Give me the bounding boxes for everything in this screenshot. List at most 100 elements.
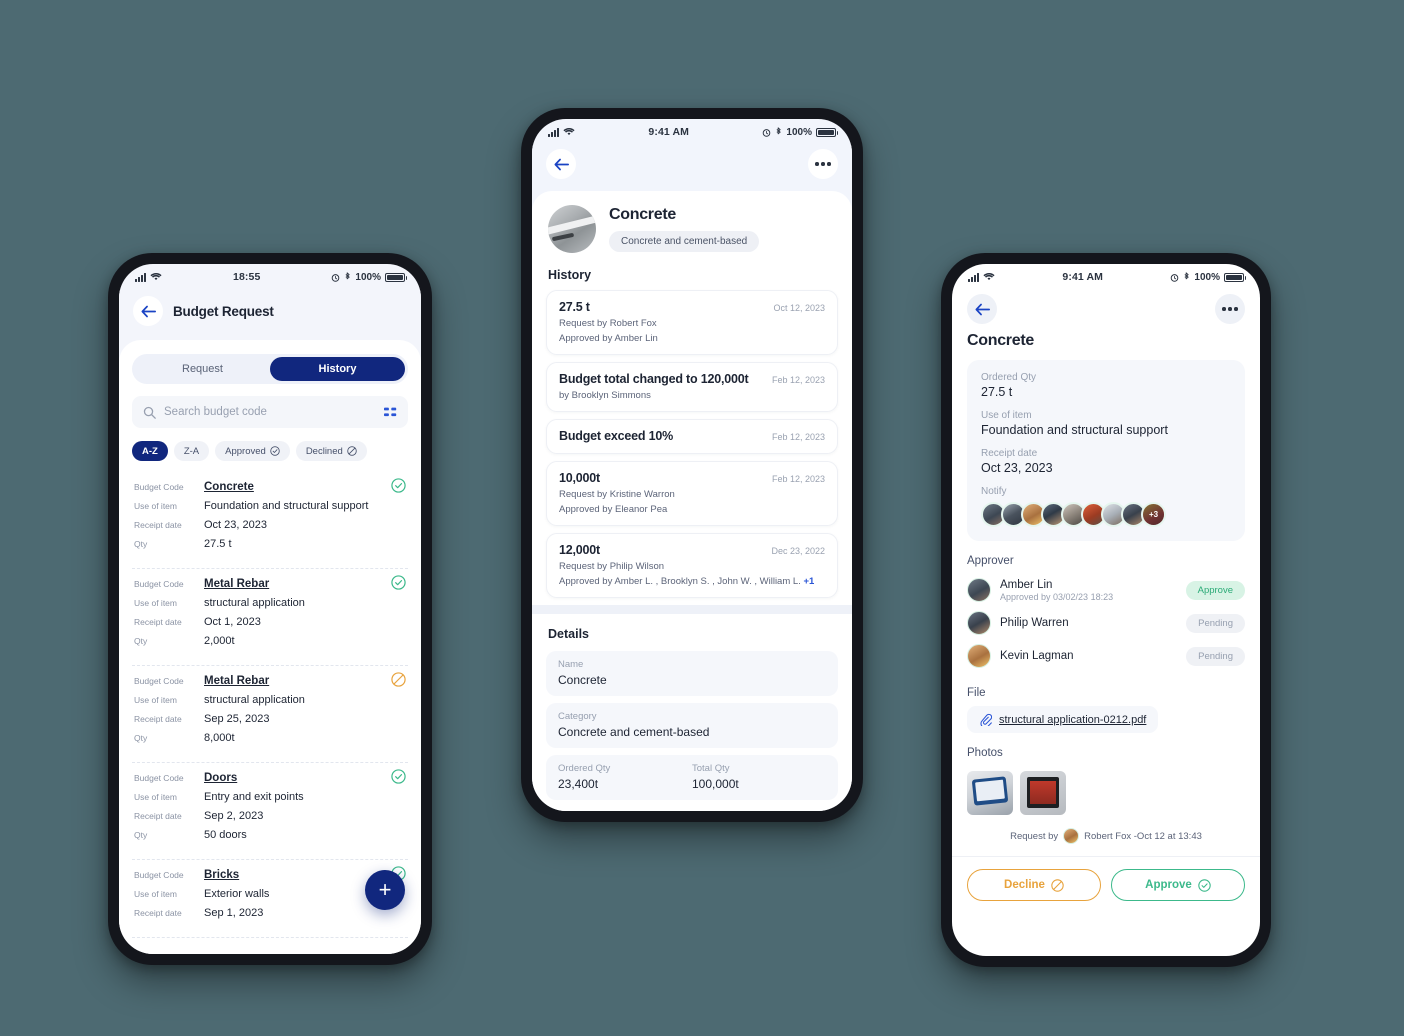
concrete-thumbnail-image <box>548 205 596 253</box>
search-bar[interactable]: Search budget code <box>132 396 408 428</box>
avatar <box>967 644 991 668</box>
list-item[interactable]: Amber Lin Approved by 03/02/23 18:23 App… <box>952 574 1260 607</box>
row-label-use: Use of item <box>134 598 177 608</box>
table-row[interactable]: Budget Code Doors Use of item Entry and ex… <box>132 763 408 860</box>
history-head: 10,000t Feb 12, 2023 <box>559 471 825 485</box>
detail-value: Concrete and cement-based <box>558 725 710 739</box>
history-line2: Approved by Amber L. , Brooklyn S. , Joh… <box>559 576 825 587</box>
history-amount: Budget exceed 10% <box>559 429 674 443</box>
list-item[interactable]: 10,000t Feb 12, 2023 Request by Kristine… <box>546 461 838 526</box>
screen-left: 18:55 100% Budget Request Request Histor… <box>119 264 421 954</box>
chip-approved[interactable]: Approved <box>215 441 290 461</box>
list-item[interactable]: Budget total changed to 120,000t Feb 12,… <box>546 362 838 412</box>
history-amount: 10,000t <box>559 471 600 485</box>
section-divider <box>532 605 852 614</box>
detail-field-category: Category Concrete and cement-based <box>546 703 838 748</box>
chip-z-a[interactable]: Z-A <box>173 441 210 461</box>
alarm-icon <box>1171 273 1179 282</box>
status-badge-declined <box>391 672 406 692</box>
row-code[interactable]: Metal Rebar <box>204 578 269 590</box>
row-label-code: Budget Code <box>134 773 184 783</box>
file-attachment[interactable]: structural application-0212.pdf <box>967 706 1159 733</box>
history-line2: Approved by Eleanor Pea <box>559 504 668 515</box>
list-item[interactable]: Philip Warren Pending <box>952 607 1260 640</box>
avatar-overflow-count: +3 <box>1143 504 1164 525</box>
approve-button[interactable]: Approve <box>1111 869 1245 901</box>
back-button[interactable] <box>133 296 163 326</box>
row-use: structural application <box>204 597 305 609</box>
status-badge-approved <box>391 575 406 595</box>
page-title: Concrete <box>967 332 1034 349</box>
chip-a-z[interactable]: A-Z <box>132 441 168 461</box>
list-item[interactable]: 12,000t Dec 23, 2022 Request by Philip W… <box>546 533 838 598</box>
tab-history[interactable]: History <box>270 357 405 381</box>
row-label-code: Budget Code <box>134 870 184 880</box>
row-qty: 8,000t <box>204 732 235 744</box>
bluetooth-icon <box>1184 272 1190 280</box>
history-head: 27.5 t Oct 12, 2023 <box>559 300 825 314</box>
more-dots-icon <box>1222 307 1238 311</box>
item-hero: Concrete Concrete and cement-based <box>532 191 852 268</box>
row-label-receipt: Receipt date <box>134 714 182 724</box>
tab-bar: Request History <box>132 354 408 384</box>
cellular-bars-icon <box>968 272 979 282</box>
avatar-overflow[interactable]: +3 <box>1141 502 1166 527</box>
history-line1: Request by Kristine Warron <box>559 489 675 500</box>
status-time: 9:41 AM <box>648 126 689 138</box>
notify-avatar-group[interactable]: +3 <box>981 502 1231 527</box>
back-button[interactable] <box>546 149 576 179</box>
row-label-code: Budget Code <box>134 482 184 492</box>
back-arrow-icon <box>141 305 156 317</box>
file-name[interactable]: structural application-0212.pdf <box>999 714 1146 726</box>
more-dots-icon <box>815 162 831 166</box>
back-arrow-icon <box>975 303 990 315</box>
tab-request[interactable]: Request <box>135 357 270 381</box>
row-qty: 27.5 t <box>204 538 232 550</box>
row-code[interactable]: Concrete <box>204 481 254 493</box>
decline-button[interactable]: Decline <box>967 869 1101 901</box>
list-item[interactable]: Kevin Lagman Pending <box>952 640 1260 673</box>
request-by-person: Robert Fox -Oct 12 at 13:43 <box>1084 830 1202 842</box>
photo-machine-thumbnail[interactable] <box>1020 771 1066 815</box>
add-request-button[interactable]: + <box>365 870 405 910</box>
table-row[interactable]: Budget Code Metal Rebar Use of item struct… <box>132 569 408 666</box>
photo-tablet-thumbnail[interactable] <box>967 771 1013 815</box>
row-label-code: Budget Code <box>134 676 184 686</box>
history-amount: Budget total changed to 120,000t <box>559 372 749 386</box>
check-circle-icon <box>270 446 280 456</box>
row-code[interactable]: Doors <box>204 772 237 784</box>
table-row[interactable]: Budget Code Metal Rebar Use of item struct… <box>132 666 408 763</box>
more-options-button[interactable] <box>808 149 838 179</box>
status-left <box>135 272 162 282</box>
chip-label: Approved <box>225 445 266 457</box>
more-options-button[interactable] <box>1215 294 1245 324</box>
back-button[interactable] <box>967 294 997 324</box>
approver-section-title: Approver <box>967 555 1014 567</box>
chip-declined[interactable]: Declined <box>295 441 367 461</box>
row-receipt: Oct 1, 2023 <box>204 616 261 628</box>
plus-icon: + <box>378 877 392 902</box>
ban-circle-icon <box>347 446 357 456</box>
summary-label-ordered-qty: Ordered Qty <box>981 372 1037 383</box>
row-label-qty: Qty <box>134 539 148 549</box>
mid-topbar <box>532 145 852 191</box>
row-code[interactable]: Metal Rebar <box>204 675 269 687</box>
search-icon <box>143 406 156 419</box>
table-row[interactable]: Budget Code Concrete Use of item Foundatio… <box>132 472 408 569</box>
history-line1: Request by Philip Wilson <box>559 561 665 572</box>
detail-field-quantities: Ordered Qty 23,400t Total Qty 100,000t <box>546 755 838 800</box>
history-overflow-count[interactable]: +1 <box>803 576 814 587</box>
row-label-use: Use of item <box>134 792 177 802</box>
row-label-use: Use of item <box>134 695 177 705</box>
status-right: 100% <box>1170 272 1246 283</box>
search-input[interactable]: Search budget code <box>164 406 376 418</box>
row-label-qty: Qty <box>134 733 148 743</box>
list-item[interactable]: Budget exceed 10% Feb 12, 2023 <box>546 419 838 454</box>
budget-list: Budget Code Concrete Use of item Foundatio… <box>132 472 408 938</box>
status-badge: Approve <box>1185 580 1245 600</box>
row-code[interactable]: Bricks <box>204 869 239 881</box>
avatar <box>967 611 991 635</box>
list-item[interactable]: 27.5 t Oct 12, 2023 Request by Robert Fo… <box>546 290 838 355</box>
history-date: Feb 12, 2023 <box>771 432 825 442</box>
chip-label: Declined <box>305 445 343 457</box>
